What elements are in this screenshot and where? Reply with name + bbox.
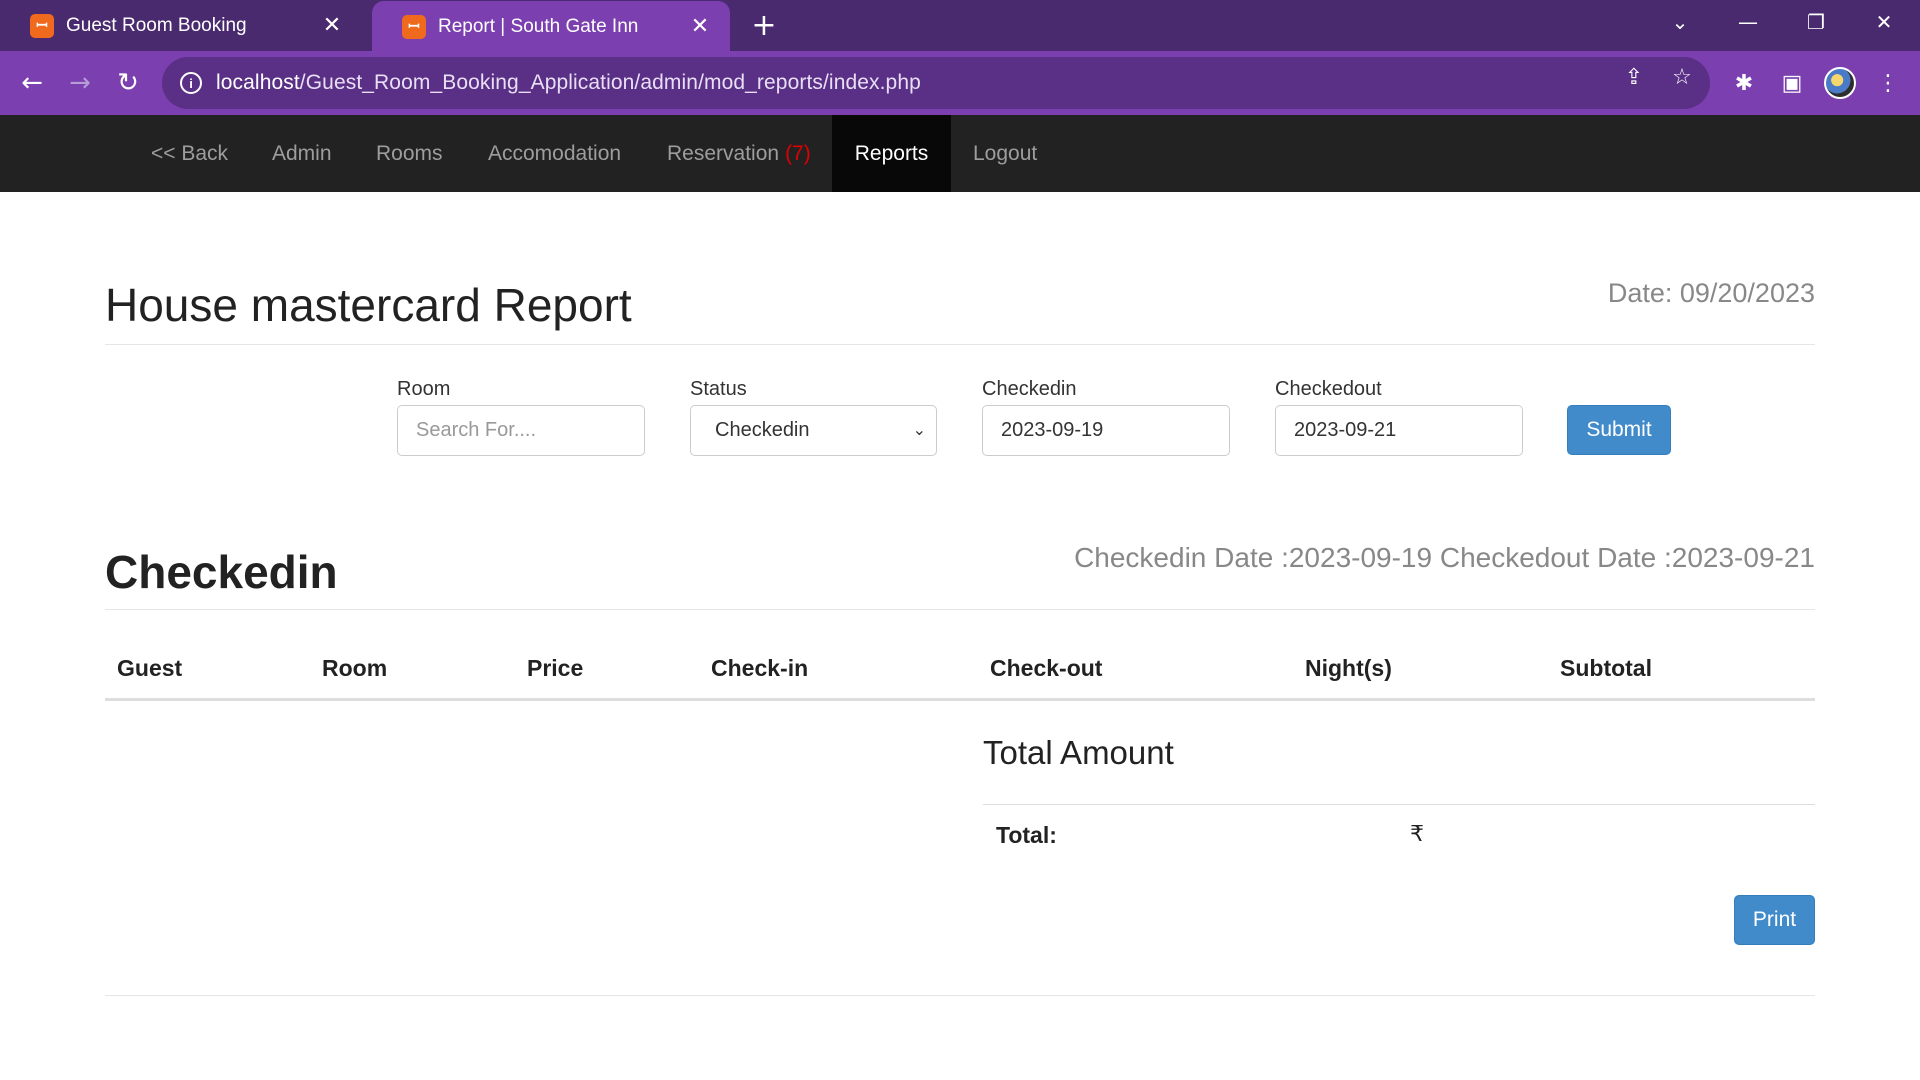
rupee-symbol: ₹ <box>1410 822 1424 847</box>
app-navbar: << Back Admin Rooms Accomodation Reserva… <box>0 115 1920 192</box>
checkedin-date-input[interactable]: 2023-09-19 <box>982 405 1230 456</box>
checkedin-label: Checkedin <box>982 378 1077 400</box>
minimize-icon[interactable]: — <box>1718 0 1778 44</box>
date-range-label: Checkedin Date :2023-09-19 Checkedout Da… <box>1074 542 1815 573</box>
total-label: Total: <box>996 822 1057 848</box>
bookmark-star-icon[interactable]: ☆ <box>1668 63 1696 91</box>
back-arrow-icon[interactable]: ← <box>14 65 50 101</box>
browser-tab[interactable]: ꟷ Guest Room Booking ✕ <box>0 0 362 51</box>
nav-reports-link[interactable]: Reports <box>832 115 951 192</box>
extensions-puzzle-icon[interactable]: ✱ <box>1728 67 1760 99</box>
divider <box>105 344 1815 345</box>
room-search-input[interactable]: Search For.... <box>397 405 645 456</box>
table-header-divider <box>105 698 1815 701</box>
address-bar[interactable]: i localhost/Guest_Room_Booking_Applicati… <box>162 57 1710 109</box>
restore-icon[interactable]: ❐ <box>1786 0 1846 44</box>
tab-search-chevron-icon[interactable]: ⌄ <box>1650 0 1710 44</box>
chevron-down-icon: ⌄ <box>912 420 926 439</box>
new-tab-icon[interactable]: + <box>748 8 780 43</box>
status-select[interactable]: Checkedin ⌄ <box>690 405 937 456</box>
nav-reservation-link[interactable]: Reservation (7) <box>649 115 829 192</box>
status-select-value: Checkedin <box>715 419 810 441</box>
browser-toolbar: ← → ↻ i localhost/Guest_Room_Booking_App… <box>0 51 1920 115</box>
page-title: House mastercard Report <box>105 279 632 331</box>
nav-admin-link[interactable]: Admin <box>254 115 350 192</box>
reservation-count-badge: (7) <box>785 141 811 165</box>
section-title: Checkedin <box>105 546 338 598</box>
total-amount-heading: Total Amount <box>983 734 1174 771</box>
checkedout-date-input[interactable]: 2023-09-21 <box>1275 405 1523 456</box>
nav-rooms-link[interactable]: Rooms <box>358 115 461 192</box>
divider <box>105 609 1815 610</box>
column-header-guest: Guest <box>117 655 183 681</box>
nav-back-link[interactable]: << Back <box>133 115 246 192</box>
url-text[interactable]: localhost/Guest_Room_Booking_Application… <box>216 71 921 95</box>
column-header-subtotal: Subtotal <box>1560 655 1652 681</box>
browser-tab-active[interactable]: ꟷ Report | South Gate Inn ✕ <box>372 1 730 52</box>
more-menu-icon[interactable]: ⋮ <box>1872 67 1904 99</box>
print-button[interactable]: Print <box>1734 895 1815 945</box>
room-label: Room <box>397 378 451 400</box>
share-icon[interactable]: ⇪ <box>1620 63 1648 91</box>
status-label: Status <box>690 378 747 400</box>
window-close-icon[interactable]: ✕ <box>1854 0 1914 44</box>
column-header-nights: Night(s) <box>1305 655 1392 681</box>
column-header-check-in: Check-in <box>711 655 809 681</box>
report-date: Date: 09/20/2023 <box>1607 278 1815 308</box>
side-panel-icon[interactable]: ▣ <box>1776 67 1808 99</box>
column-header-price: Price <box>527 655 584 681</box>
nav-accomodation-link[interactable]: Accomodation <box>470 115 639 192</box>
submit-button[interactable]: Submit <box>1567 405 1671 455</box>
reload-icon[interactable]: ↻ <box>110 65 146 101</box>
xampp-favicon-icon: ꟷ <box>402 14 426 39</box>
nav-logout-link[interactable]: Logout <box>955 115 1055 192</box>
column-header-check-out: Check-out <box>990 655 1103 681</box>
profile-avatar[interactable] <box>1824 67 1856 99</box>
forward-arrow-icon[interactable]: → <box>62 65 98 101</box>
info-icon[interactable]: i <box>180 72 202 94</box>
tab-title: Guest Room Booking <box>66 14 247 36</box>
browser-tab-bar: ꟷ Guest Room Booking ✕ ꟷ Report | South … <box>0 0 1920 52</box>
divider <box>105 995 1815 996</box>
divider <box>983 804 1815 805</box>
tab-title: Report | South Gate Inn <box>438 15 639 37</box>
xampp-favicon-icon: ꟷ <box>30 13 54 38</box>
close-icon[interactable]: ✕ <box>688 14 712 39</box>
close-icon[interactable]: ✕ <box>320 13 344 38</box>
checkedout-label: Checkedout <box>1275 378 1382 400</box>
column-header-room: Room <box>322 655 388 681</box>
